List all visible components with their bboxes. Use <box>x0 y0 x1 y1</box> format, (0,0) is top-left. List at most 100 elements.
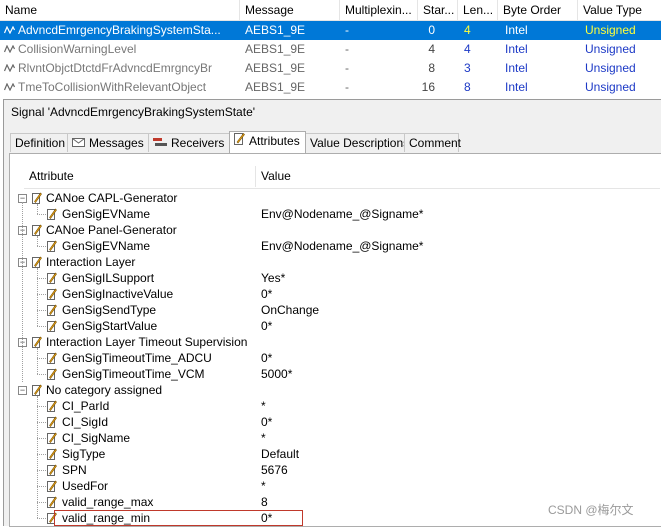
tree-connector <box>37 486 46 487</box>
signal-icon <box>4 64 15 72</box>
receivers-icon <box>153 134 167 153</box>
signal-icon <box>4 45 15 53</box>
attribute-edit-icon <box>47 288 57 300</box>
attribute-value[interactable]: 0* <box>261 318 272 334</box>
collapse-toggle[interactable]: − <box>18 386 27 395</box>
tree-connector <box>37 374 46 375</box>
tab-definition[interactable]: Definition <box>10 133 68 152</box>
tab-label: Receivers <box>171 136 225 150</box>
col-message[interactable]: Message <box>240 0 340 20</box>
signal-message: AEBS1_9E <box>245 80 306 94</box>
attribute-value[interactable]: Env@Nodename_@Signame* <box>261 206 423 222</box>
attribute-group-icon <box>32 256 42 268</box>
attribute-value[interactable]: * <box>261 398 266 414</box>
signal-value-type: Unsigned <box>585 61 636 75</box>
tree-connector <box>37 204 38 214</box>
tab-messages[interactable]: Messages <box>67 133 149 152</box>
attribute-name[interactable]: GenSigTimeoutTime_ADCU <box>62 350 212 366</box>
col-length[interactable]: Len... <box>458 0 498 20</box>
tree-connector <box>37 236 38 246</box>
attribute-value[interactable]: 0* <box>261 286 272 302</box>
signal-message: AEBS1_9E <box>245 61 306 75</box>
tab-label: Comment <box>409 136 462 150</box>
signal-name: AdvncdEmrgencyBrakingSystemSta... <box>18 23 221 37</box>
tab-comment[interactable]: Comment <box>404 133 462 152</box>
tab-attributes[interactable]: Attributes <box>229 131 306 153</box>
attribute-name[interactable]: UsedFor <box>62 478 108 494</box>
attribute-group-icon <box>32 384 42 396</box>
signal-byte-order: Intel <box>505 61 528 75</box>
watermark: CSDN @梅尔文 <box>548 503 634 517</box>
attribute-value[interactable]: * <box>261 478 266 494</box>
attribute-value[interactable]: 0* <box>261 350 272 366</box>
envelope-icon <box>72 134 85 153</box>
signal-icon <box>4 26 15 34</box>
signal-name: RlvntObjctDtctdFrAdvncdEmrgncyBr <box>18 61 213 75</box>
attribute-edit-icon <box>47 304 57 316</box>
signal-row[interactable]: TmeToCollisionWithRelevantObject AEBS1_9E… <box>0 78 661 97</box>
attribute-group-label[interactable]: No category assigned <box>46 382 162 398</box>
attribute-name[interactable]: GenSigILSupport <box>62 270 154 286</box>
attribute-value[interactable]: 0* <box>261 414 272 430</box>
attribute-name[interactable]: GenSigEVName <box>62 206 150 222</box>
attribute-value[interactable]: 8 <box>261 494 268 510</box>
tab-bar: Definition Messages Receivers Attributes… <box>10 131 660 153</box>
signal-multiplexing: - <box>345 23 349 37</box>
signal-start-bit: 16 <box>421 80 435 94</box>
signal-icon <box>4 83 15 91</box>
attribute-edit-icon <box>47 272 57 284</box>
attribute-name[interactable]: GenSigTimeoutTime_VCM <box>62 366 205 382</box>
pencil-icon <box>234 132 245 151</box>
attribute-name[interactable]: GenSigInactiveValue <box>62 286 173 302</box>
signal-row[interactable]: CollisionWarningLevel AEBS1_9E - 4 4 Intel Uns… <box>0 40 661 59</box>
attribute-name[interactable]: SPN <box>62 462 87 478</box>
signal-name: TmeToCollisionWithRelevantObject <box>18 80 207 94</box>
attribute-name[interactable]: valid_range_max <box>62 494 153 510</box>
signal-length: 4 <box>464 23 471 37</box>
tree-connector <box>37 470 46 471</box>
col-start[interactable]: Star... <box>418 0 458 20</box>
col-byte-order[interactable]: Byte Order <box>498 0 578 20</box>
signal-row[interactable]: AdvncdEmrgencyBrakingSystemSta... AEBS1_9… <box>0 21 661 40</box>
signal-byte-order: Intel <box>505 42 528 56</box>
attribute-group-icon <box>32 192 42 204</box>
attribute-value[interactable]: 5000* <box>261 366 292 382</box>
signal-name: CollisionWarningLevel <box>18 42 137 56</box>
signal-row[interactable]: RlvntObjctDtctdFrAdvncdEmrgncyBr AEBS1_9E… <box>0 59 661 78</box>
attribute-value[interactable]: OnChange <box>261 302 319 318</box>
signal-multiplexing: - <box>345 80 349 94</box>
attribute-name[interactable]: GenSigStartValue <box>62 318 157 334</box>
tab-label: Value Descriptions <box>310 136 410 150</box>
attribute-value[interactable]: 5676 <box>261 462 288 478</box>
attribute-name[interactable]: CI_SigName <box>62 430 130 446</box>
attribute-name[interactable]: GenSigEVName <box>62 238 150 254</box>
signal-multiplexing: - <box>345 61 349 75</box>
signal-length: 3 <box>464 61 471 75</box>
attribute-edit-icon <box>47 368 57 380</box>
signal-value-type: Unsigned <box>585 23 636 37</box>
attribute-edit-icon <box>47 208 57 220</box>
col-value-type[interactable]: Value Type <box>578 0 661 20</box>
attribute-name[interactable]: SigType <box>62 446 105 462</box>
attribute-name[interactable]: CI_ParId <box>62 398 109 414</box>
attribute-group-label[interactable]: CANoe Panel-Generator <box>46 222 177 238</box>
attribute-column-header[interactable]: Attribute <box>24 166 256 187</box>
tab-label: Messages <box>89 136 144 150</box>
col-name[interactable]: Name <box>0 0 240 20</box>
attribute-value[interactable]: Env@Nodename_@Signame* <box>261 238 423 254</box>
spn-highlight-box <box>54 510 303 526</box>
signal-multiplexing: - <box>345 42 349 56</box>
value-column-header[interactable]: Value <box>256 166 561 187</box>
attribute-value[interactable]: Yes* <box>261 270 285 286</box>
attribute-value[interactable]: Default <box>261 446 299 462</box>
attribute-value[interactable]: * <box>261 430 266 446</box>
tree-connector <box>37 246 46 247</box>
tab-receivers[interactable]: Receivers <box>148 133 230 152</box>
tab-value-descriptions[interactable]: Value Descriptions <box>305 133 409 152</box>
attribute-group-label[interactable]: CANoe CAPL-Generator <box>46 190 177 206</box>
attribute-name[interactable]: GenSigSendType <box>62 302 156 318</box>
attribute-group-label[interactable]: Interaction Layer <box>46 254 135 270</box>
col-multiplexing[interactable]: Multiplexin... <box>340 0 418 20</box>
attribute-name[interactable]: CI_SigId <box>62 414 108 430</box>
attribute-group-label[interactable]: Interaction Layer Timeout Supervision <box>46 334 247 350</box>
